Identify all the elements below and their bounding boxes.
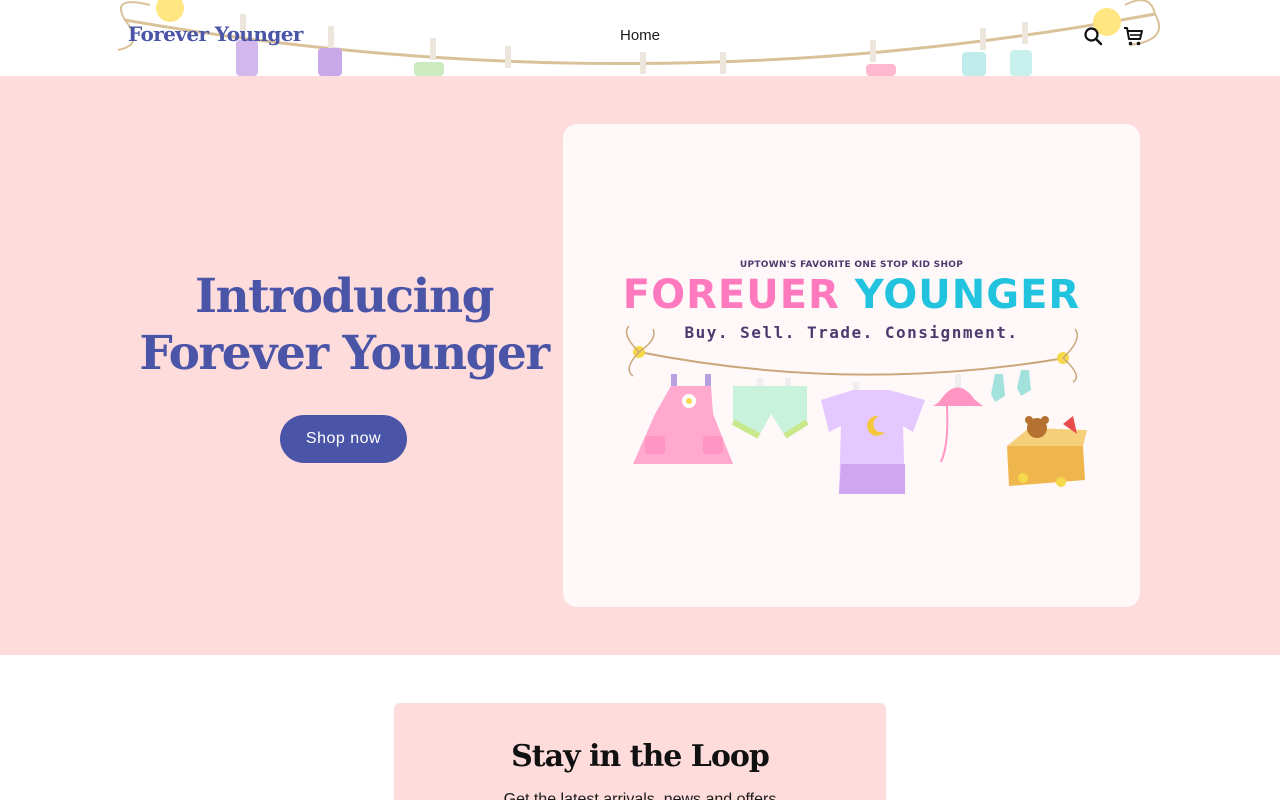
newsletter-title: Stay in the Loop xyxy=(511,739,770,774)
hero-title: Introducing Forever Younger xyxy=(130,268,558,382)
card-brand-part1: FOREUER xyxy=(622,272,840,318)
site-logo[interactable]: Forever Younger xyxy=(128,22,303,46)
cart-icon xyxy=(1124,27,1143,46)
newsletter-text: Get the latest arrivals, news and offers xyxy=(503,791,777,800)
hero-title-line2: Forever Younger xyxy=(139,326,550,381)
search-button[interactable] xyxy=(1081,24,1105,48)
hero-section: Introducing Forever Younger Shop now UPT… xyxy=(0,76,1280,655)
card-brand-part2: YOUNGER xyxy=(854,272,1081,318)
cart-button[interactable] xyxy=(1121,24,1145,48)
card-tagline: UPTOWN'S FAVORITE ONE STOP KID SHOP xyxy=(739,260,964,270)
shop-now-button[interactable]: Shop now xyxy=(280,415,407,463)
card-brand-name: FOREUER YOUNGER xyxy=(563,272,1140,318)
site-header: Forever Younger Home xyxy=(0,0,1280,76)
clothesline-illustration xyxy=(625,325,1087,494)
hero-banner-image: UPTOWN'S FAVORITE ONE STOP KID SHOP FORE… xyxy=(563,124,1140,607)
newsletter-section: Stay in the Loop Get the latest arrivals… xyxy=(394,703,886,800)
hero-title-line1: Introducing xyxy=(194,269,495,324)
nav-item-home[interactable]: Home xyxy=(620,27,660,44)
card-subline: Buy. Sell. Trade. Consignment. xyxy=(684,323,1019,342)
search-icon xyxy=(1084,27,1103,46)
